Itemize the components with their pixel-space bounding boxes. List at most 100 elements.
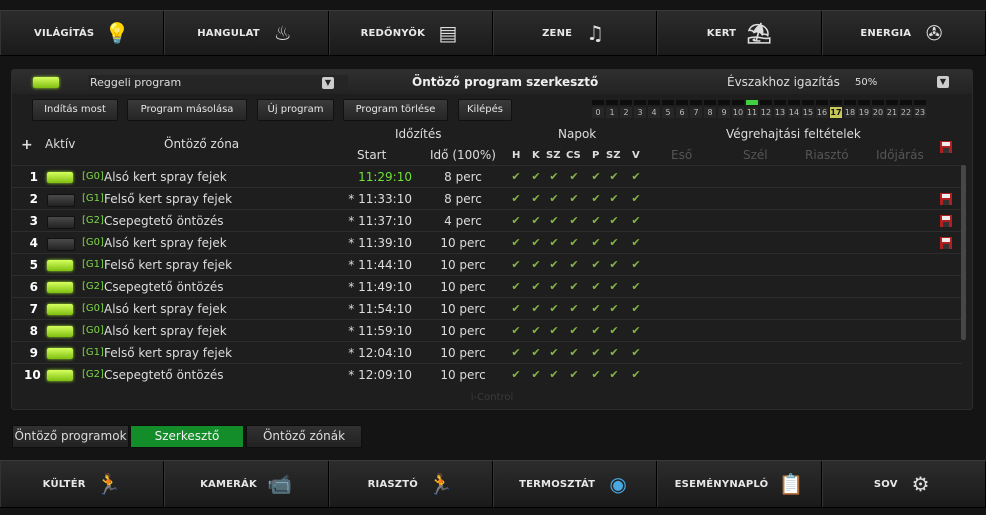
day-check-icon[interactable]: ✔ bbox=[628, 192, 644, 205]
nav-vilagitas[interactable]: VILÁGÍTÁS 💡 bbox=[0, 11, 165, 55]
day-check-icon[interactable]: ✔ bbox=[508, 170, 524, 183]
duration[interactable]: 10 perc bbox=[428, 346, 498, 360]
save-row-icon[interactable] bbox=[940, 215, 952, 227]
hour-slot[interactable]: 12 bbox=[760, 100, 772, 119]
row-active-toggle[interactable] bbox=[47, 282, 73, 293]
day-check-icon[interactable]: ✔ bbox=[508, 302, 524, 315]
day-check-icon[interactable]: ✔ bbox=[606, 324, 622, 337]
day-check-icon[interactable]: ✔ bbox=[628, 368, 644, 381]
nav-kulter[interactable]: KÜLTÉR 🏃 bbox=[0, 461, 165, 507]
day-check-icon[interactable]: ✔ bbox=[546, 236, 562, 249]
zone-name[interactable]: Csepegtető öntözés bbox=[104, 368, 224, 382]
day-check-icon[interactable]: ✔ bbox=[546, 214, 562, 227]
add-row-icon[interactable]: + bbox=[21, 137, 33, 153]
day-check-icon[interactable]: ✔ bbox=[566, 346, 582, 359]
day-check-icon[interactable]: ✔ bbox=[546, 258, 562, 271]
save-row-icon[interactable] bbox=[940, 193, 952, 205]
chevron-down-icon[interactable]: ▼ bbox=[322, 77, 334, 89]
day-check-icon[interactable]: ✔ bbox=[546, 324, 562, 337]
hour-slot[interactable]: 14 bbox=[788, 100, 800, 119]
day-check-icon[interactable]: ✔ bbox=[588, 324, 604, 337]
duration[interactable]: 4 perc bbox=[428, 214, 498, 228]
day-check-icon[interactable]: ✔ bbox=[508, 368, 524, 381]
program-select[interactable]: Reggeli program bbox=[88, 75, 348, 90]
nav-redonyok[interactable]: REDŐNYÖK ▤ bbox=[328, 11, 493, 55]
start-time[interactable]: * 11:44:10 bbox=[332, 258, 412, 272]
day-check-icon[interactable]: ✔ bbox=[546, 170, 562, 183]
day-check-icon[interactable]: ✔ bbox=[628, 302, 644, 315]
day-check-icon[interactable]: ✔ bbox=[528, 258, 544, 271]
day-check-icon[interactable]: ✔ bbox=[566, 236, 582, 249]
nav-sov[interactable]: SOV ⚙ bbox=[821, 461, 986, 507]
hour-slot[interactable]: 19 bbox=[858, 100, 870, 119]
new-program-button[interactable]: Új program bbox=[257, 99, 334, 121]
program-active-led[interactable] bbox=[33, 77, 59, 88]
table-row[interactable]: 6 [G2] Csepegtető öntözés * 11:49:10 10 perc… bbox=[12, 275, 962, 298]
hour-slot[interactable]: 13 bbox=[774, 100, 786, 119]
nav-kamerak[interactable]: KAMERÁK 📹 bbox=[164, 461, 329, 507]
day-check-icon[interactable]: ✔ bbox=[588, 302, 604, 315]
duration[interactable]: 10 perc bbox=[428, 324, 498, 338]
day-check-icon[interactable]: ✔ bbox=[508, 258, 524, 271]
day-check-icon[interactable]: ✔ bbox=[588, 258, 604, 271]
duration[interactable]: 10 perc bbox=[428, 280, 498, 294]
table-scrollbar[interactable] bbox=[961, 165, 966, 340]
day-check-icon[interactable]: ✔ bbox=[588, 236, 604, 249]
table-row[interactable]: 1 [G0] Alsó kert spray fejek 11:29:10 8 perc… bbox=[12, 165, 962, 188]
table-row[interactable]: 2 [G1] Felső kert spray fejek * 11:33:10 8 p… bbox=[12, 187, 962, 210]
hour-slot[interactable]: 8 bbox=[704, 100, 716, 119]
day-check-icon[interactable]: ✔ bbox=[546, 368, 562, 381]
zone-name[interactable]: Alsó kert spray fejek bbox=[104, 324, 227, 338]
day-check-icon[interactable]: ✔ bbox=[546, 192, 562, 205]
day-check-icon[interactable]: ✔ bbox=[606, 214, 622, 227]
zone-name[interactable]: Csepegtető öntözés bbox=[104, 214, 224, 228]
day-check-icon[interactable]: ✔ bbox=[546, 280, 562, 293]
row-active-toggle[interactable] bbox=[47, 194, 75, 207]
table-row[interactable]: 8 [G0] Alsó kert spray fejek * 11:59:10 10 p… bbox=[12, 319, 962, 342]
hour-slot[interactable]: 5 bbox=[662, 100, 674, 119]
day-check-icon[interactable]: ✔ bbox=[566, 214, 582, 227]
day-check-icon[interactable]: ✔ bbox=[628, 170, 644, 183]
day-check-icon[interactable]: ✔ bbox=[508, 236, 524, 249]
nav-energia[interactable]: ENERGIA ✇ bbox=[821, 11, 986, 55]
row-active-toggle[interactable] bbox=[47, 348, 73, 359]
nav-riaszto[interactable]: RIASZTÓ 🏃 bbox=[328, 461, 493, 507]
row-active-toggle[interactable] bbox=[47, 260, 73, 271]
hour-slot[interactable]: 23 bbox=[914, 100, 926, 119]
day-check-icon[interactable]: ✔ bbox=[628, 324, 644, 337]
day-check-icon[interactable]: ✔ bbox=[588, 280, 604, 293]
day-check-icon[interactable]: ✔ bbox=[566, 324, 582, 337]
day-check-icon[interactable]: ✔ bbox=[528, 170, 544, 183]
hour-slot[interactable]: 22 bbox=[900, 100, 912, 119]
row-active-toggle[interactable] bbox=[47, 216, 75, 229]
day-check-icon[interactable]: ✔ bbox=[606, 346, 622, 359]
zone-name[interactable]: Alsó kert spray fejek bbox=[104, 302, 227, 316]
day-check-icon[interactable]: ✔ bbox=[508, 192, 524, 205]
start-time[interactable]: * 12:04:10 bbox=[332, 346, 412, 360]
nav-hangulat[interactable]: HANGULAT ♨ bbox=[164, 11, 329, 55]
nav-kert[interactable]: KERT ⛱ bbox=[657, 11, 822, 55]
row-active-toggle[interactable] bbox=[47, 370, 73, 381]
zone-name[interactable]: Felső kert spray fejek bbox=[104, 346, 232, 360]
zone-name[interactable]: Alsó kert spray fejek bbox=[104, 170, 227, 184]
hour-slot[interactable]: 0 bbox=[592, 100, 604, 119]
day-check-icon[interactable]: ✔ bbox=[528, 346, 544, 359]
hour-slot[interactable]: 10 bbox=[732, 100, 744, 119]
duration[interactable]: 10 perc bbox=[428, 368, 498, 382]
zone-name[interactable]: Alsó kert spray fejek bbox=[104, 236, 227, 250]
row-active-toggle[interactable] bbox=[47, 304, 73, 315]
day-check-icon[interactable]: ✔ bbox=[528, 192, 544, 205]
hour-slot[interactable]: 21 bbox=[886, 100, 898, 119]
hour-slot[interactable]: 11 bbox=[746, 100, 758, 119]
hour-slot[interactable]: 2 bbox=[620, 100, 632, 119]
start-time[interactable]: * 12:09:10 bbox=[332, 368, 412, 382]
start-time[interactable]: * 11:39:10 bbox=[332, 236, 412, 250]
nav-zene[interactable]: ZENE ♫ bbox=[492, 11, 658, 55]
tab-editor[interactable]: Szerkesztő bbox=[130, 425, 244, 448]
hour-slot[interactable]: 7 bbox=[690, 100, 702, 119]
hour-slot[interactable]: 16 bbox=[816, 100, 828, 119]
start-time[interactable]: * 11:49:10 bbox=[332, 280, 412, 294]
nav-termosztat[interactable]: TERMOSZTÁT ◉ bbox=[492, 461, 658, 507]
day-check-icon[interactable]: ✔ bbox=[508, 280, 524, 293]
day-check-icon[interactable]: ✔ bbox=[508, 214, 524, 227]
